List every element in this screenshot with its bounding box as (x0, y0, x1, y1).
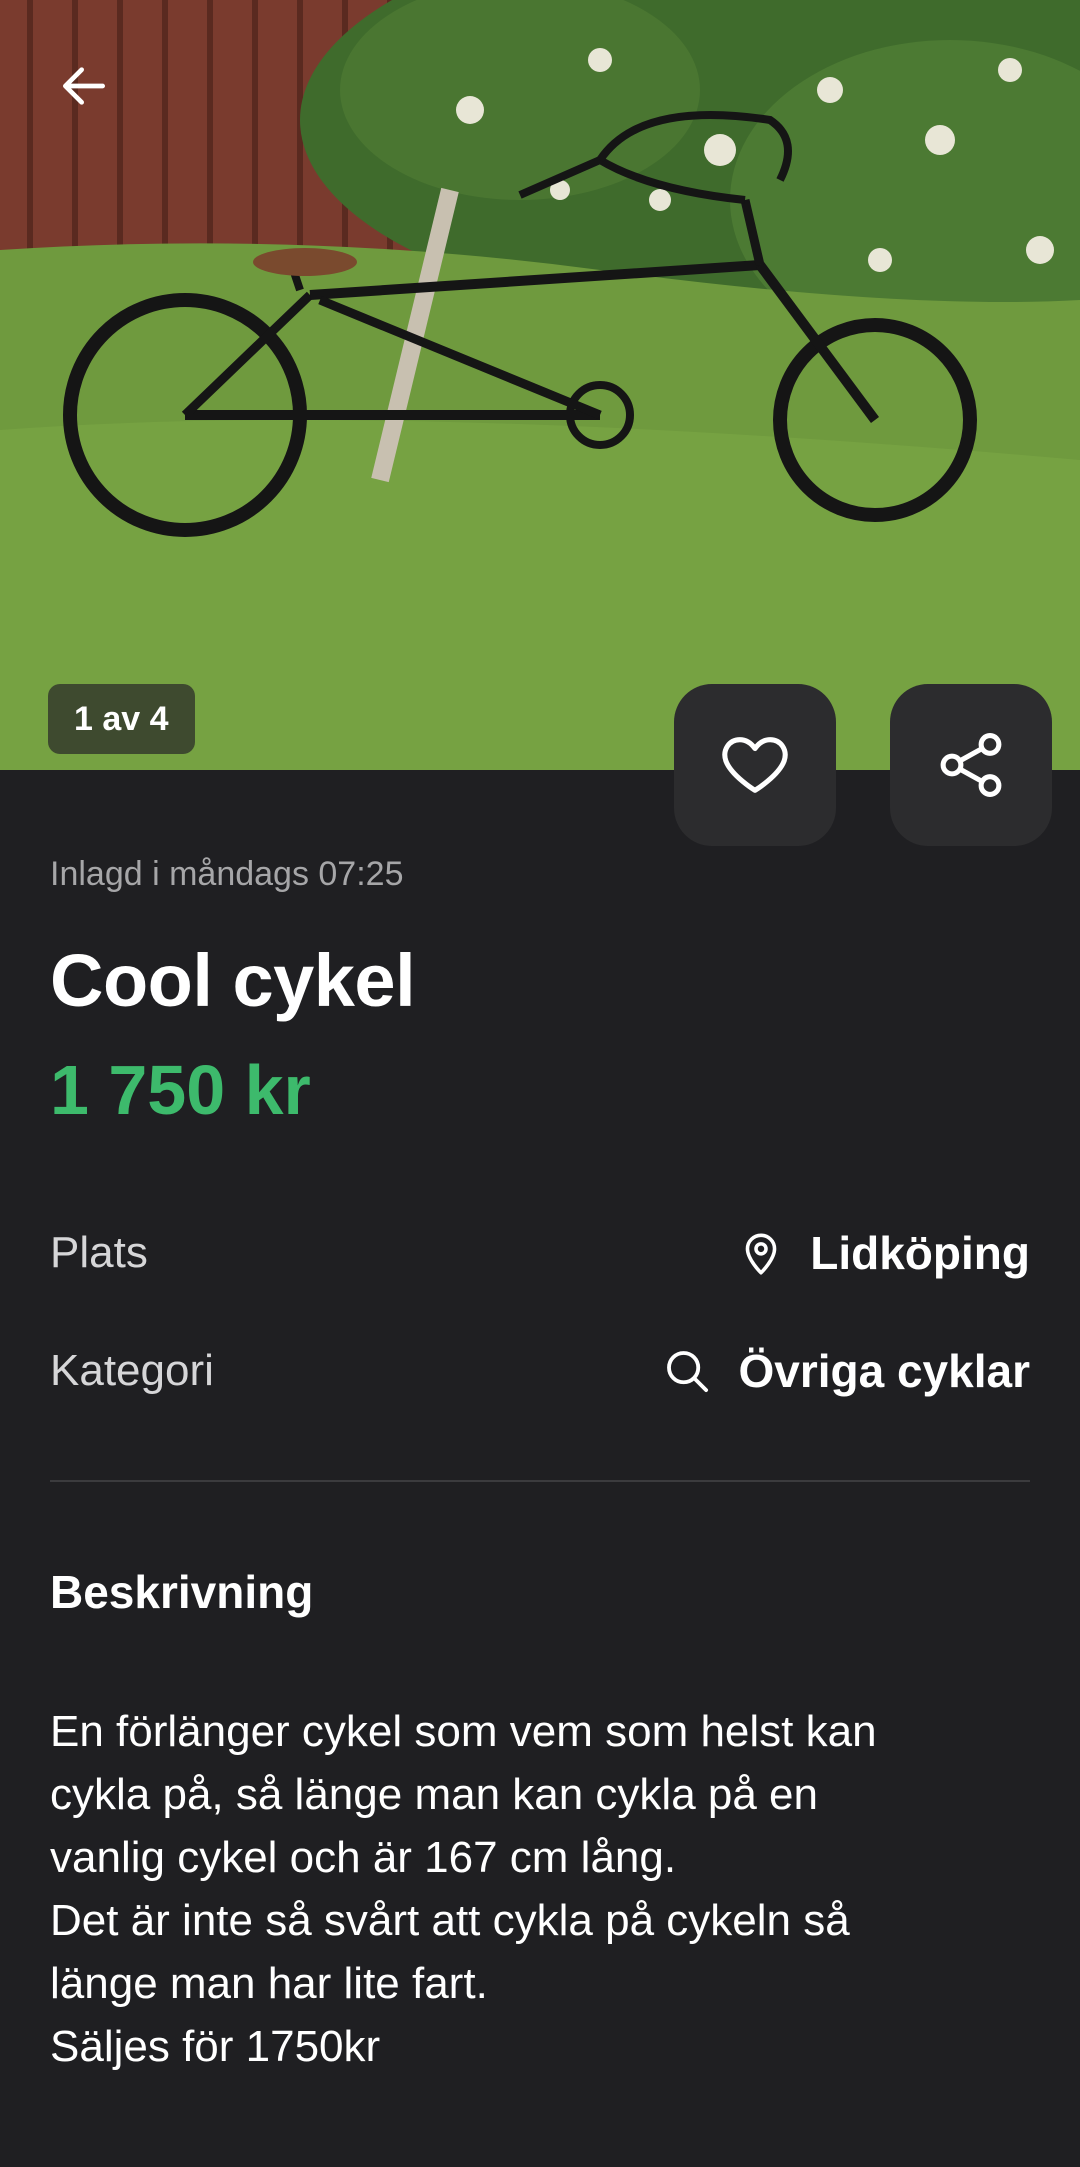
heart-icon (722, 737, 788, 793)
section-divider (50, 1480, 1030, 1482)
category-label: Kategori (50, 1346, 214, 1395)
description-text: En förlänger cykel som vem som helst kan… (50, 1707, 877, 2071)
location-row: Plats Lidköping (50, 1218, 1030, 1288)
map-pin-icon (745, 1233, 777, 1275)
favorite-button[interactable] (674, 684, 836, 846)
image-counter: 1 av 4 (48, 684, 195, 754)
category-value: Övriga cyklar (738, 1345, 1030, 1397)
listing-photo[interactable]: 1 av 4 (0, 0, 1080, 770)
arrow-left-icon (62, 67, 105, 105)
share-icon (940, 733, 1002, 797)
share-button[interactable] (890, 684, 1052, 846)
posted-timestamp: Inlagd i måndags 07:25 (50, 855, 404, 893)
description-heading: Beskrivning (50, 1566, 314, 1618)
location-value: Lidköping (810, 1227, 1030, 1279)
location-label: Plats (50, 1228, 148, 1277)
bike-photo (0, 0, 1080, 770)
back-button[interactable] (48, 50, 120, 122)
category-link[interactable]: Övriga cyklar (660, 1344, 1030, 1398)
category-row: Kategori Övriga cyklar (50, 1336, 1030, 1406)
search-icon (667, 1351, 709, 1393)
listing-title: Cool cykel (50, 939, 416, 1022)
listing-price: 1 750 kr (50, 1051, 311, 1129)
location-link[interactable]: Lidköping (736, 1226, 1030, 1280)
